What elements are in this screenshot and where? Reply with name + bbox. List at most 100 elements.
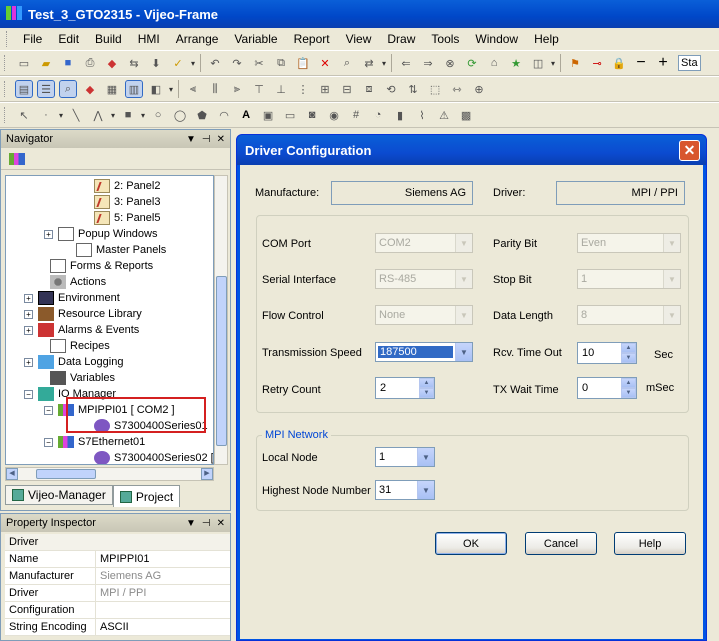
- navigator-toggle-icon[interactable]: ▤: [15, 80, 33, 98]
- highest-node-select[interactable]: 31 ▼: [375, 480, 435, 500]
- bar-tool-icon[interactable]: ▮: [392, 107, 408, 123]
- web-icon[interactable]: ◫: [530, 55, 546, 71]
- lock-icon[interactable]: 🔒: [611, 55, 627, 71]
- expand-icon[interactable]: +: [24, 309, 33, 319]
- spin-up-icon[interactable]: ▲: [621, 343, 636, 353]
- align-left-icon[interactable]: ⫷: [185, 81, 201, 97]
- align-right-icon[interactable]: ⫸: [229, 81, 245, 97]
- transmission-speed-select[interactable]: 187500 ▼: [375, 342, 473, 362]
- spacing-icon[interactable]: ⇿: [449, 81, 465, 97]
- collapse-icon[interactable]: −: [24, 389, 33, 399]
- menu-variable[interactable]: Variable: [226, 30, 285, 48]
- rcv-timeout-stepper[interactable]: 10 ▲ ▼: [577, 342, 637, 364]
- align-top-icon[interactable]: ⊤: [251, 81, 267, 97]
- spin-up-icon[interactable]: ▲: [419, 378, 434, 388]
- overflow-chevron-icon[interactable]: ▾: [169, 85, 173, 94]
- select-arrow-icon[interactable]: ↖: [16, 107, 32, 123]
- print-icon[interactable]: ⎙: [82, 55, 98, 71]
- property-row[interactable]: Manufacturer Siemens AG: [5, 568, 230, 585]
- tx-wait-stepper[interactable]: 0 ▲ ▼: [577, 377, 637, 399]
- spin-up-icon[interactable]: ▲: [621, 378, 636, 388]
- tree-vertical-scrollbar[interactable]: [214, 175, 228, 465]
- lamp-tool-icon[interactable]: ◉: [326, 107, 342, 123]
- new-file-icon[interactable]: ▭: [16, 55, 32, 71]
- property-value[interactable]: Siemens AG: [96, 570, 161, 582]
- menu-view[interactable]: View: [338, 30, 380, 48]
- property-toggle-icon[interactable]: ☰: [37, 80, 55, 98]
- collapse-icon[interactable]: −: [44, 437, 53, 447]
- toolbar-grip[interactable]: [4, 55, 7, 71]
- pointer-tool-icon[interactable]: ⚑: [567, 55, 583, 71]
- save-icon[interactable]: ■: [60, 55, 76, 71]
- overflow-chevron-icon[interactable]: ▾: [111, 111, 115, 120]
- tree-node[interactable]: Master Panels: [76, 242, 166, 258]
- dialog-close-button[interactable]: ✕: [679, 140, 700, 161]
- button-tool-icon[interactable]: ▭: [282, 107, 298, 123]
- favorite-icon[interactable]: ★: [508, 55, 524, 71]
- property-row[interactable]: String Encoding ASCII: [5, 619, 230, 636]
- menu-help[interactable]: Help: [526, 30, 567, 48]
- menu-build[interactable]: Build: [87, 30, 130, 48]
- property-value[interactable]: MPI / PPI: [96, 587, 146, 599]
- menu-grip[interactable]: [6, 31, 9, 47]
- refresh-icon[interactable]: ⟳: [464, 55, 480, 71]
- align-center-icon[interactable]: ⫼: [207, 81, 223, 97]
- dropdown-icon[interactable]: ▼: [186, 134, 196, 145]
- arc-tool-icon[interactable]: ◠: [216, 107, 232, 123]
- chevron-down-icon[interactable]: ▼: [417, 481, 434, 499]
- driver-icon[interactable]: [9, 152, 25, 165]
- watch-icon[interactable]: ◧: [148, 81, 164, 97]
- property-value[interactable]: MPIPPI01: [96, 553, 150, 565]
- stepper-value[interactable]: 10: [578, 347, 621, 359]
- tab-project[interactable]: Project: [112, 485, 181, 507]
- property-row[interactable]: Configuration: [5, 602, 230, 619]
- dropdown-icon[interactable]: ▼: [186, 518, 196, 529]
- property-row[interactable]: Name MPIPPI01: [5, 551, 230, 568]
- open-folder-icon[interactable]: ▰: [38, 55, 54, 71]
- polygon-tool-icon[interactable]: ⬟: [194, 107, 210, 123]
- chevron-down-icon[interactable]: ▼: [455, 343, 472, 361]
- scroll-left-icon[interactable]: ◀: [6, 468, 18, 480]
- expand-icon[interactable]: +: [24, 293, 33, 303]
- paste-icon[interactable]: 📋: [295, 55, 311, 71]
- pin-icon[interactable]: ⊣: [202, 518, 211, 529]
- menu-tools[interactable]: Tools: [423, 30, 467, 48]
- forward-arrow-icon[interactable]: ⇒: [420, 55, 436, 71]
- build-icon[interactable]: ◆: [104, 55, 120, 71]
- tree-node[interactable]: Recipes: [50, 338, 110, 354]
- ellipse-tool-icon[interactable]: ◯: [172, 107, 188, 123]
- check-icon[interactable]: ✓: [170, 55, 186, 71]
- tree-node[interactable]: + Data Logging: [24, 354, 123, 370]
- tree-node[interactable]: 5: Panel5: [94, 210, 160, 226]
- polyline-tool-icon[interactable]: ⋀: [90, 107, 106, 123]
- tree-node[interactable]: Actions: [50, 274, 106, 290]
- tree-node[interactable]: + Alarms & Events: [24, 322, 139, 338]
- stepper-value[interactable]: 0: [578, 382, 621, 394]
- rectangle-tool-icon[interactable]: ■: [120, 107, 136, 123]
- dot-tool-icon[interactable]: ·: [38, 107, 54, 123]
- tree-node[interactable]: − S7Ethernet01: [44, 434, 145, 450]
- toolbar-grip[interactable]: [4, 107, 7, 123]
- property-row[interactable]: Driver MPI / PPI: [5, 585, 230, 602]
- ok-button[interactable]: OK: [435, 532, 507, 555]
- tree-node[interactable]: + Popup Windows: [44, 226, 158, 242]
- image-tool-icon[interactable]: ▣: [260, 107, 276, 123]
- stop-icon[interactable]: ⊗: [442, 55, 458, 71]
- tree-node[interactable]: 3: Panel3: [94, 194, 160, 210]
- zoom-icon[interactable]: ⊕: [471, 81, 487, 97]
- expand-icon[interactable]: +: [24, 357, 33, 367]
- ungroup-icon[interactable]: ⊟: [339, 81, 355, 97]
- flip-icon[interactable]: ⇅: [405, 81, 421, 97]
- cancel-button[interactable]: Cancel: [525, 532, 597, 555]
- order-icon[interactable]: ⧈: [361, 81, 377, 97]
- output-icon[interactable]: ▦: [104, 81, 120, 97]
- plus-icon[interactable]: +: [655, 54, 671, 71]
- meter-tool-icon[interactable]: ◔: [370, 107, 386, 123]
- spin-down-icon[interactable]: ▼: [419, 388, 434, 398]
- tree-node[interactable]: + Environment: [24, 290, 120, 306]
- rotate-icon[interactable]: ⟲: [383, 81, 399, 97]
- group-icon[interactable]: ⊞: [317, 81, 333, 97]
- numeric-tool-icon[interactable]: #: [348, 107, 364, 123]
- back-arrow-icon[interactable]: ⇐: [398, 55, 414, 71]
- spin-down-icon[interactable]: ▼: [621, 353, 636, 363]
